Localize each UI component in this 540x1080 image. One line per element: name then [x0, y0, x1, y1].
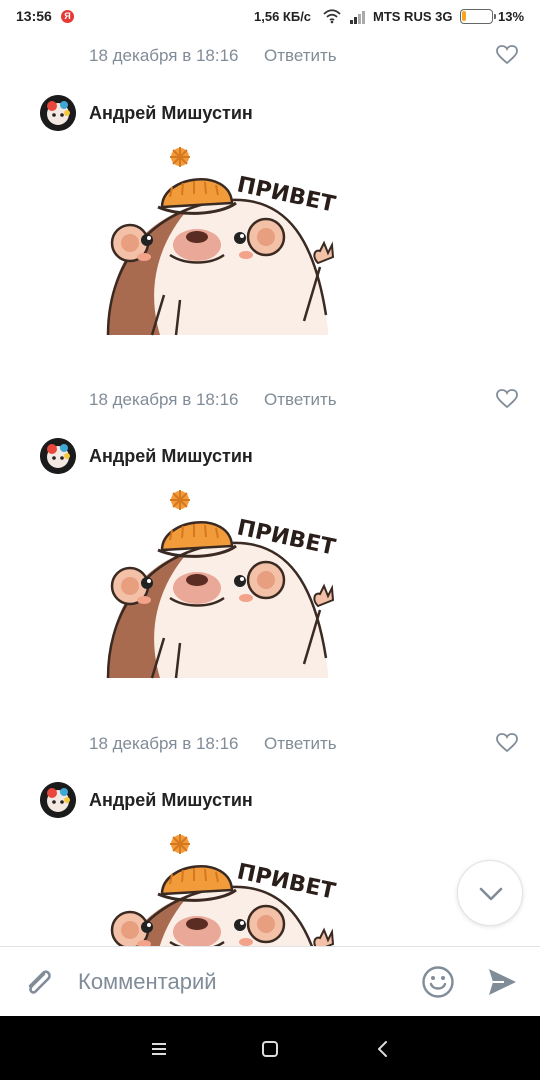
- wifi-icon: [323, 9, 341, 24]
- hedgehog-hello-sticker: [106, 488, 340, 680]
- scroll-down-button[interactable]: [457, 860, 523, 926]
- network-speed: 1,56 КБ/с: [254, 9, 312, 24]
- battery-tip: [494, 14, 496, 19]
- send-icon[interactable]: [486, 966, 518, 998]
- back-chevron-icon[interactable]: [372, 1038, 394, 1060]
- chevron-down-icon: [479, 887, 503, 901]
- avatar[interactable]: [40, 438, 76, 474]
- heart-outline-icon[interactable]: [496, 45, 518, 65]
- comment-item: Андрей Мишустин: [0, 95, 540, 395]
- author-name[interactable]: Андрей Мишустин: [89, 103, 253, 124]
- status-bar: 13:56 Я 1,56 КБ/с MTS RUS 3G 13%: [0, 0, 540, 34]
- heart-outline-icon[interactable]: [496, 733, 518, 753]
- comment-date: 18 декабря в 18:16: [89, 734, 239, 753]
- reply-link[interactable]: Ответить: [264, 46, 337, 66]
- battery-level: [462, 11, 466, 21]
- comment-meta-row: 18 декабря в 18:16 Ответить: [0, 724, 540, 760]
- avatar[interactable]: [40, 782, 76, 818]
- battery-icon: [460, 9, 496, 24]
- avatar[interactable]: [40, 95, 76, 131]
- system-navigation-bar: [0, 1016, 540, 1080]
- heart-outline-icon[interactable]: [496, 389, 518, 409]
- comment-item: Андрей Мишустин: [0, 782, 540, 946]
- comments-feed[interactable]: 18 декабря в 18:16 Ответить Андрей Мишус…: [0, 34, 540, 946]
- comment-meta-row: 18 декабря в 18:16 Ответить: [0, 36, 540, 72]
- carrier-name: MTS RUS 3G: [373, 9, 453, 24]
- comment-input[interactable]: [78, 965, 398, 999]
- comment-date: 18 декабря в 18:16: [89, 390, 239, 409]
- yandex-icon: Я: [61, 10, 74, 23]
- signal-icon: [350, 11, 365, 24]
- paperclip-icon[interactable]: [22, 965, 56, 999]
- hedgehog-hello-sticker: [106, 145, 340, 337]
- author-name[interactable]: Андрей Мишустин: [89, 446, 253, 467]
- comment-item: Андрей Мишустин: [0, 438, 540, 738]
- menu-icon[interactable]: [148, 1038, 170, 1060]
- battery-percent: 13%: [498, 9, 525, 24]
- comment-composer: [0, 946, 540, 1016]
- home-square-icon[interactable]: [259, 1038, 281, 1060]
- comment-date: 18 декабря в 18:16: [89, 46, 239, 65]
- smiley-icon[interactable]: [421, 965, 455, 999]
- author-name[interactable]: Андрей Мишустин: [89, 790, 253, 811]
- reply-link[interactable]: Ответить: [264, 734, 337, 754]
- reply-link[interactable]: Ответить: [264, 390, 337, 410]
- comment-meta-row: 18 декабря в 18:16 Ответить: [0, 380, 540, 416]
- hedgehog-hello-sticker: [106, 832, 340, 946]
- status-time: 13:56: [16, 8, 52, 24]
